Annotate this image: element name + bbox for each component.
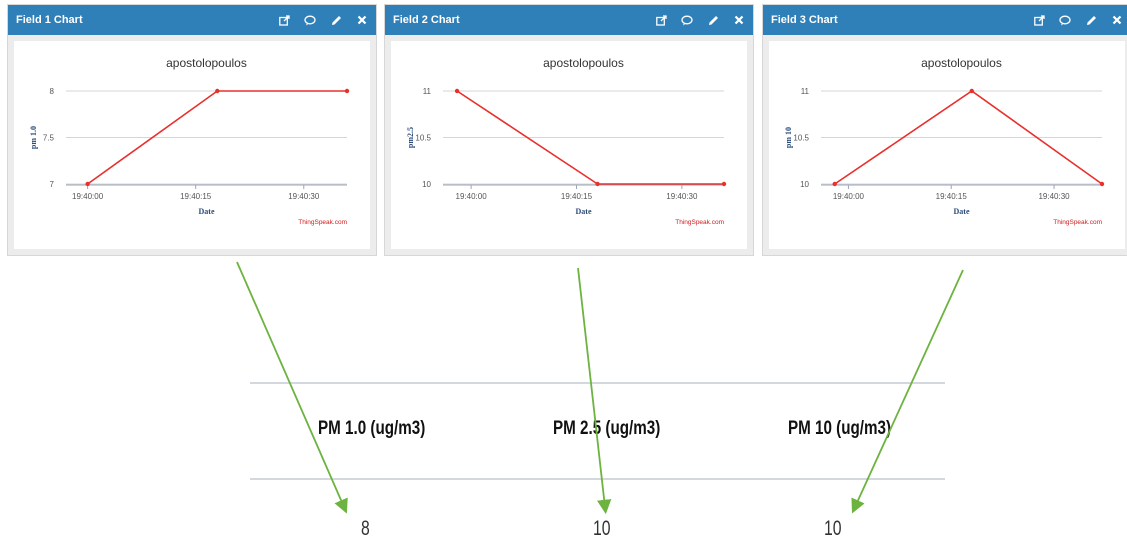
chart-title: apostolopoulos xyxy=(921,56,1002,70)
arrow-field-1-to-value xyxy=(236,261,348,514)
data-point xyxy=(969,88,974,94)
y-tick-label: 7 xyxy=(50,180,55,189)
y-axis-label: pm 1.0 xyxy=(29,126,38,149)
y-tick-label: 11 xyxy=(801,87,810,96)
pm1-value: 8 xyxy=(361,517,370,540)
data-point xyxy=(344,88,350,94)
table-top-divider xyxy=(250,382,945,384)
y-axis-label: pm 10 xyxy=(784,127,793,148)
close-icon[interactable] xyxy=(733,14,745,26)
x-axis-label: Date xyxy=(199,207,215,216)
pm1-column-header: PM 1.0 (ug/m3) xyxy=(318,418,426,439)
pm25-column-header: PM 2.5 (ug/m3) xyxy=(553,418,661,439)
widget-header: Field 2 Chart xyxy=(385,5,753,35)
arrow-field-3-to-value xyxy=(851,269,964,514)
y-axis-label: pm2.5 xyxy=(406,127,415,148)
widget-body: apostolopoulos 7 7.5 8 19:40:00 19:40:15 19:40… xyxy=(8,35,376,255)
x-tick-label: 19:40:30 xyxy=(288,192,320,201)
chart-title: apostolopoulos xyxy=(166,56,247,70)
y-tick-label: 10.5 xyxy=(793,134,809,143)
chart-plot-area: apostolopoulos 10 10.5 11 19:40:00 19:40:15 19… xyxy=(769,41,1125,249)
table-header-divider xyxy=(250,478,945,480)
data-point xyxy=(832,181,837,187)
y-tick-label: 10 xyxy=(800,180,809,189)
x-axis-label: Date xyxy=(576,207,592,216)
x-tick-label: 19:40:00 xyxy=(833,192,865,201)
line-chart: apostolopoulos 10 10.5 11 19:40:00 19:40:15 19… xyxy=(784,56,1105,226)
external-link-icon[interactable] xyxy=(278,14,290,26)
x-axis-label: Date xyxy=(954,207,970,216)
chart-credit: ThingSpeak.com xyxy=(1053,219,1102,226)
y-tick-label: 8 xyxy=(50,87,55,96)
pencil-icon[interactable] xyxy=(330,14,342,26)
close-icon[interactable] xyxy=(1111,14,1123,26)
pencil-icon[interactable] xyxy=(707,14,719,26)
widget-header: Field 3 Chart xyxy=(763,5,1127,35)
widget-title: Field 3 Chart xyxy=(771,14,838,26)
chart-credit: ThingSpeak.com xyxy=(675,219,724,226)
x-tick-label: 19:40:00 xyxy=(456,192,488,201)
y-tick-label: 7.5 xyxy=(43,134,55,143)
data-point xyxy=(595,181,600,187)
widget-body: apostolopoulos 10 10.5 11 19:40:00 19:40:15 19… xyxy=(763,35,1127,255)
data-point xyxy=(215,88,220,94)
chart-title: apostolopoulos xyxy=(543,56,624,70)
field-3-chart-widget: Field 3 Chart apostolopoulos 10 10.5 11 19:4… xyxy=(762,4,1127,256)
data-point xyxy=(721,181,727,187)
y-tick-label: 10.5 xyxy=(415,134,431,143)
field-1-chart-widget: Field 1 Chart apostolopoulos 7 7.5 8 19:40:0… xyxy=(7,4,377,256)
x-tick-label: 19:40:15 xyxy=(561,192,593,201)
external-link-icon[interactable] xyxy=(655,14,667,26)
pm10-value: 10 xyxy=(824,517,842,540)
y-tick-label: 11 xyxy=(423,87,432,96)
external-link-icon[interactable] xyxy=(1033,14,1045,26)
data-point xyxy=(1099,181,1105,187)
x-tick-label: 19:40:15 xyxy=(180,192,212,201)
widget-title: Field 2 Chart xyxy=(393,14,460,26)
close-icon[interactable] xyxy=(356,14,368,26)
x-tick-label: 19:40:00 xyxy=(72,192,104,201)
chart-plot-area: apostolopoulos 10 10.5 11 19:40:00 19:40:15 19… xyxy=(391,41,747,249)
chart-plot-area: apostolopoulos 7 7.5 8 19:40:00 19:40:15 19:40… xyxy=(14,41,370,249)
pm10-column-header: PM 10 (ug/m3) xyxy=(788,418,892,439)
line-chart: apostolopoulos 7 7.5 8 19:40:00 19:40:15 19:40… xyxy=(29,56,350,226)
field-2-chart-widget: Field 2 Chart apostolopoulos 10 10.5 11 19:4… xyxy=(384,4,754,256)
widget-title: Field 1 Chart xyxy=(16,14,83,26)
pencil-icon[interactable] xyxy=(1085,14,1097,26)
x-tick-label: 19:40:30 xyxy=(1038,192,1070,201)
comment-icon[interactable] xyxy=(304,14,316,26)
widget-header: Field 1 Chart xyxy=(8,5,376,35)
widget-body: apostolopoulos 10 10.5 11 19:40:00 19:40:15 19… xyxy=(385,35,753,255)
data-point xyxy=(85,181,90,187)
x-tick-label: 19:40:15 xyxy=(936,192,968,201)
comment-icon[interactable] xyxy=(1059,14,1071,26)
line-chart: apostolopoulos 10 10.5 11 19:40:00 19:40:15 19… xyxy=(406,56,727,226)
arrow-field-2-to-value xyxy=(577,267,612,515)
x-tick-label: 19:40:30 xyxy=(666,192,698,201)
data-point xyxy=(454,88,460,94)
chart-credit: ThingSpeak.com xyxy=(298,219,347,226)
pm25-value: 10 xyxy=(593,517,611,540)
comment-icon[interactable] xyxy=(681,14,693,26)
y-tick-label: 10 xyxy=(422,180,431,189)
